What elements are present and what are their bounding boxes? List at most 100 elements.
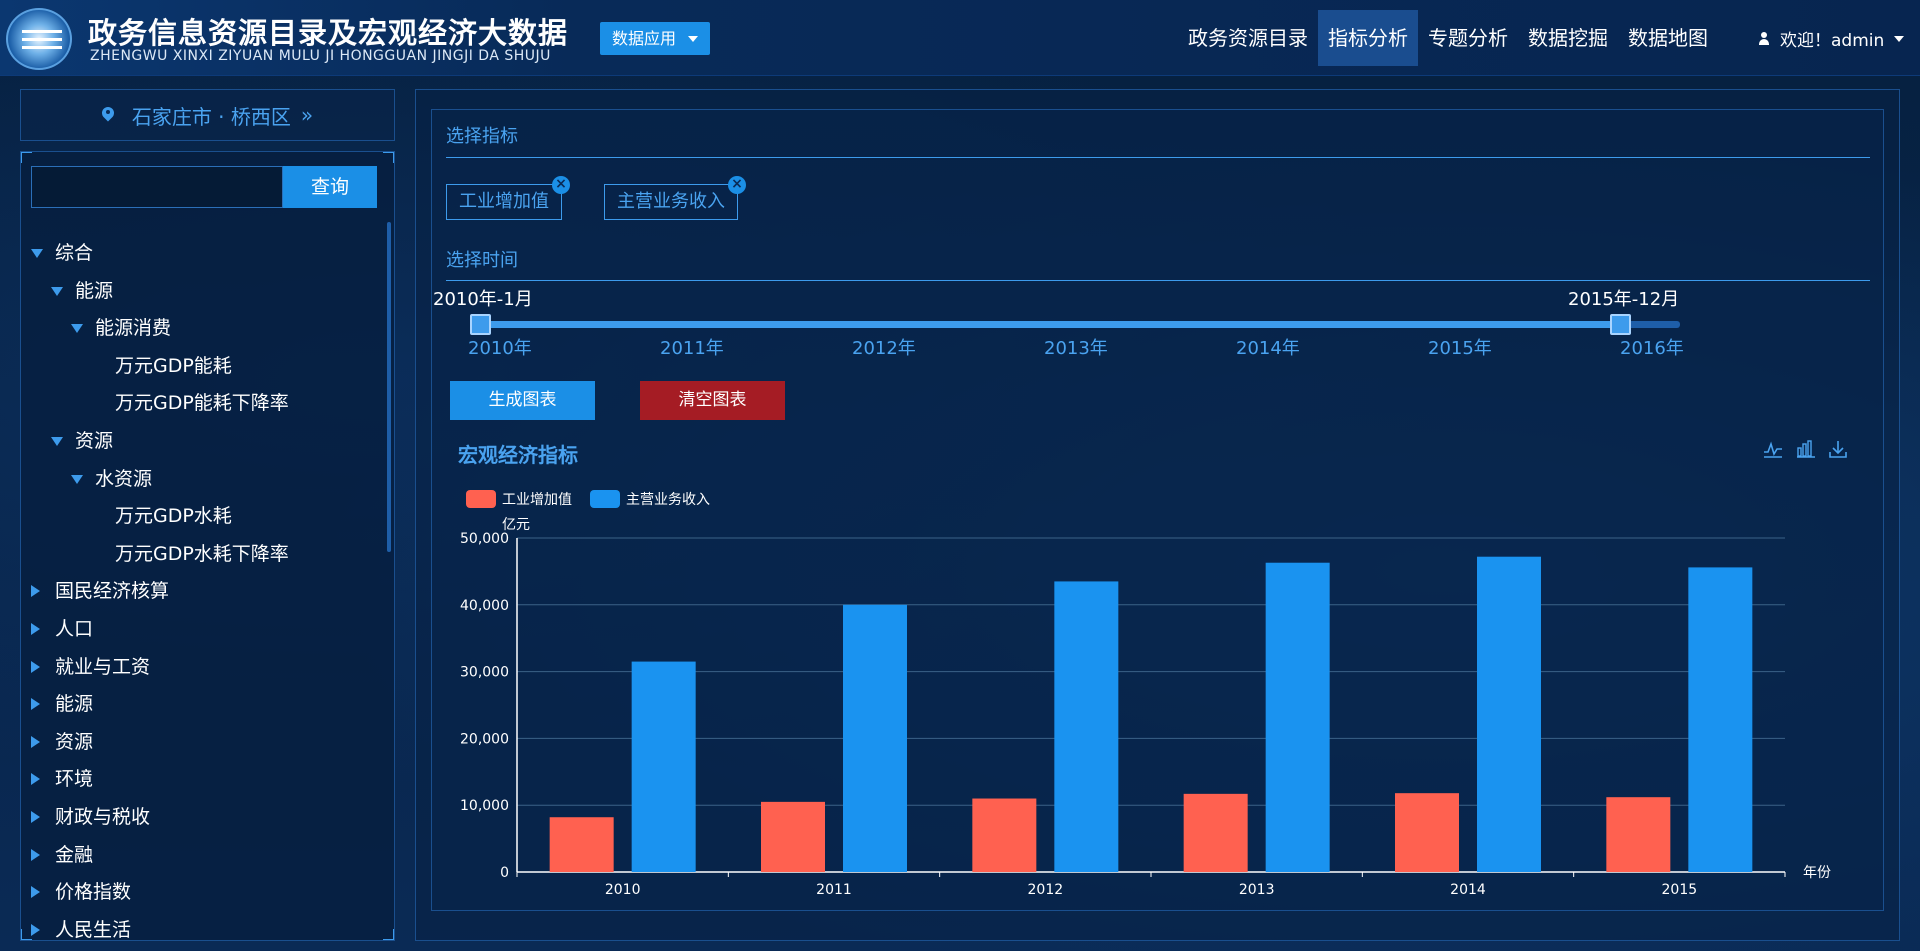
close-icon[interactable]: ×: [552, 176, 570, 194]
expand-down-icon[interactable]: [51, 437, 63, 446]
expand-right-icon[interactable]: [31, 886, 40, 899]
corner-decoration: [21, 152, 32, 163]
tree-node-label: 万元GDP水耗: [115, 505, 232, 528]
user-icon: [1758, 31, 1770, 46]
close-icon[interactable]: ×: [728, 176, 746, 194]
chart-title: 宏观经济指标: [458, 443, 578, 467]
tree-node-label: 水资源: [95, 467, 153, 490]
expand-down-icon[interactable]: [71, 474, 83, 484]
expand-down-icon[interactable]: [51, 286, 63, 296]
expand-right-icon[interactable]: [31, 848, 40, 861]
time-range-fill: [480, 321, 1620, 328]
top-nav: 政务资源目录 指标分析 专题分析 数据挖掘 数据地图: [1178, 10, 1718, 66]
indicator-tree-panel: 查询 综合 能源 能源消费 万元GDP能耗 万元GDP能耗下降率 资源 水资源 万元GDP水耗…: [20, 151, 395, 941]
select-time-title: 选择时间: [446, 250, 518, 271]
tree-node-label: 资源: [55, 730, 94, 753]
indicator-chip[interactable]: 主营业务收入 ×: [604, 176, 746, 220]
y-tick-label: 0: [500, 865, 509, 881]
tree-scrollbar[interactable]: [387, 222, 391, 552]
tree-node-label: 万元GDP水耗下降率: [115, 542, 289, 565]
logo-emblem-icon: [6, 8, 72, 70]
bar: [1054, 581, 1119, 872]
bar: [1395, 793, 1459, 872]
user-welcome: 欢迎！admin: [1780, 31, 1885, 51]
indicator-chip[interactable]: 工业增加值 ×: [446, 176, 570, 220]
app-header: 政务信息资源目录及宏观经济大数据 ZHENGWU XINXI ZIYUAN MU…: [0, 0, 1920, 76]
map-pin-icon: [102, 107, 114, 123]
double-chevron-right-icon: »: [300, 103, 314, 127]
year-tick-label: 2011年: [660, 338, 724, 359]
tree-node-label: 环境: [55, 768, 94, 791]
tree-node-label: 人民生活: [55, 918, 132, 941]
chevron-down-icon: [1894, 35, 1905, 42]
nav-item-topic-analysis[interactable]: 专题分析: [1418, 10, 1518, 66]
nav-item-resource-catalog[interactable]: 政务资源目录: [1178, 10, 1318, 66]
x-axis-label: 年份: [1803, 865, 1831, 881]
y-tick-label: 40,000: [460, 598, 509, 614]
x-tick-label: 2014: [1450, 882, 1486, 898]
tree-node-label: 人口: [55, 618, 94, 640]
y-tick-label: 10,000: [460, 798, 509, 814]
corner-decoration: [383, 152, 394, 163]
x-tick-label: 2013: [1239, 882, 1275, 898]
tree-node-label: 万元GDP能耗: [115, 354, 232, 377]
bar: [761, 801, 825, 872]
app-subtitle: ZHENGWU XINXI ZIYUAN MULU JI HONGGUAN JI…: [90, 48, 551, 64]
y-tick-label: 50,000: [460, 531, 509, 547]
expand-right-icon[interactable]: [31, 660, 40, 673]
data-app-dropdown[interactable]: 数据应用: [600, 22, 710, 55]
x-tick-label: 2011: [816, 882, 852, 898]
location-selector[interactable]: 石家庄市 · 桥西区 »: [20, 89, 395, 141]
expand-right-icon[interactable]: [31, 698, 40, 711]
bar: [1688, 567, 1753, 872]
x-tick-label: 2012: [1028, 882, 1064, 898]
data-app-label: 数据应用: [612, 29, 677, 48]
generate-chart-button[interactable]: 生成图表: [450, 381, 595, 420]
location-text: 石家庄市 · 桥西区: [131, 104, 291, 129]
indicator-chip-label: 主营业务收入: [617, 191, 725, 212]
year-tick-label: 2010年: [468, 338, 532, 359]
year-tick-label: 2016年: [1620, 338, 1684, 359]
range-start-handle[interactable]: [470, 314, 491, 335]
tree-node-label: 财政与税收: [55, 806, 151, 828]
expand-right-icon[interactable]: [31, 923, 40, 936]
tree-node-label: 能源: [75, 279, 114, 302]
expand-right-icon[interactable]: [31, 773, 40, 786]
range-end-handle[interactable]: [1610, 314, 1631, 335]
bar: [1606, 797, 1671, 872]
range-end-label: 2015年-12月: [1568, 289, 1680, 310]
clear-chart-button[interactable]: 清空图表: [640, 381, 785, 420]
nav-item-data-mining[interactable]: 数据挖掘: [1518, 10, 1618, 66]
expand-down-icon[interactable]: [31, 249, 43, 258]
expand-right-icon[interactable]: [31, 623, 40, 635]
tree-search-input[interactable]: [31, 166, 283, 208]
tree-node-label: 综合: [55, 242, 94, 264]
tree-node-label: 就业与工资: [55, 655, 151, 678]
expand-right-icon[interactable]: [31, 735, 40, 748]
app-title: 政务信息资源目录及宏观经济大数据: [88, 16, 569, 50]
bar: [1477, 556, 1541, 872]
tree-node-label: 能源消费: [95, 317, 172, 340]
legend-swatch: [590, 490, 620, 508]
bar: [549, 817, 614, 872]
expand-down-icon[interactable]: [71, 324, 83, 334]
chevron-down-icon: [688, 36, 698, 42]
y-tick-label: 30,000: [460, 665, 509, 681]
year-tick-label: 2013年: [1044, 338, 1108, 359]
expand-right-icon[interactable]: [31, 811, 40, 823]
legend-label: 工业增加值: [502, 492, 572, 508]
tree-node-label: 万元GDP能耗下降率: [115, 392, 289, 415]
nav-item-indicator-analysis[interactable]: 指标分析: [1318, 10, 1418, 66]
select-indicator-title: 选择指标: [446, 126, 518, 147]
expand-right-icon[interactable]: [31, 585, 40, 598]
tree-node-label: 价格指数: [55, 881, 132, 904]
tree-search-button[interactable]: 查询: [283, 166, 377, 208]
tree-node-label: 资源: [75, 430, 114, 452]
bar: [1183, 793, 1248, 872]
section-divider: [446, 280, 1870, 281]
user-menu[interactable]: 欢迎！admin: [1758, 26, 1905, 51]
nav-item-data-map[interactable]: 数据地图: [1618, 10, 1718, 66]
section-divider: [446, 157, 1870, 158]
year-tick-label: 2014年: [1236, 338, 1300, 359]
legend-label: 主营业务收入: [626, 492, 710, 508]
